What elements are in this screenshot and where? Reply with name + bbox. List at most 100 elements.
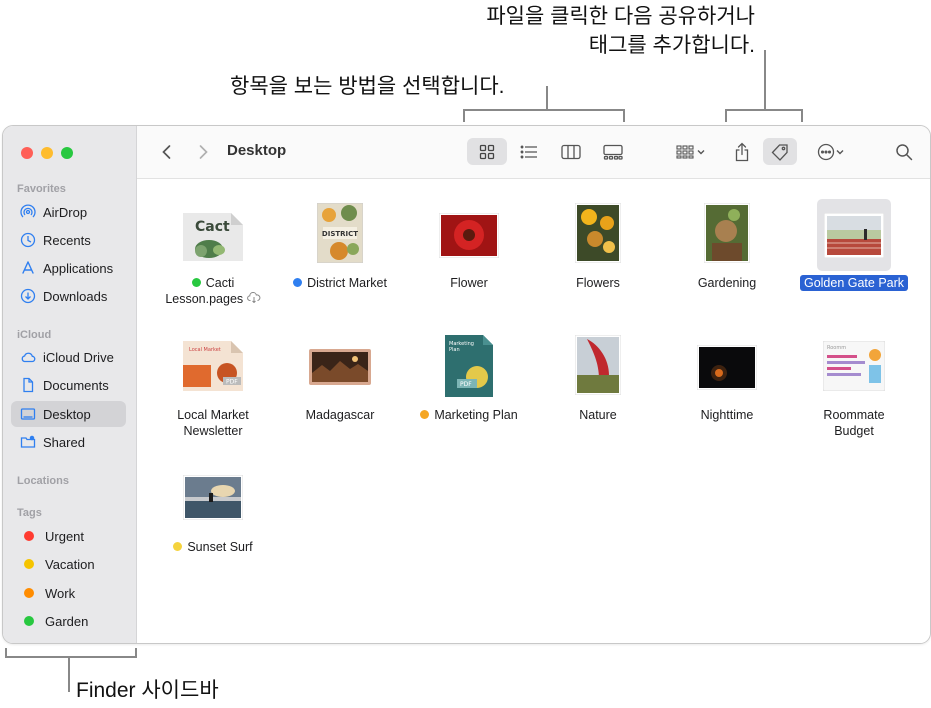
file-grid: Cact Cacti Lesson.pages DISTRICT Distric… xyxy=(137,179,930,643)
pages-document-thumbnail: Cact xyxy=(183,213,243,261)
file-name: Gardening xyxy=(663,275,791,291)
sidebar-item-label: Recents xyxy=(43,232,91,248)
sidebar-tag-work[interactable]: Work xyxy=(11,580,126,606)
icon-view-button[interactable] xyxy=(467,138,507,165)
svg-text:PDF: PDF xyxy=(460,381,472,388)
file-item[interactable]: Roomm Roommate Budget xyxy=(790,335,918,445)
file-name-line1: Marketing Plan xyxy=(434,408,518,422)
file-item[interactable]: Marketing Plan PDF Marketing Plan xyxy=(405,335,533,445)
madagascar-movie-thumbnail xyxy=(309,349,371,385)
file-name-line1: Flowers xyxy=(576,276,620,290)
zoom-button[interactable] xyxy=(61,147,73,159)
green-tag-dot xyxy=(24,616,34,626)
file-item[interactable]: Flowers xyxy=(534,202,662,313)
back-button[interactable] xyxy=(155,140,179,164)
file-item[interactable]: Gardening xyxy=(663,202,791,313)
sidebar-item-recents[interactable]: Recents xyxy=(11,227,126,253)
blue-tag-dot xyxy=(293,278,303,287)
share-tag-callout-line2: 태그를 추가합니다. xyxy=(588,34,755,57)
sidebar-callout: Finder 사이드바 xyxy=(76,679,219,702)
search-icon xyxy=(896,143,913,160)
list-view-button[interactable] xyxy=(509,138,549,165)
close-button[interactable] xyxy=(21,147,33,159)
flower-image-thumbnail xyxy=(438,212,500,259)
file-name: Marketing Plan xyxy=(405,407,533,423)
file-name-line1: Madagascar xyxy=(305,408,375,422)
file-name-line2: Lesson.pages xyxy=(165,292,244,306)
group-grid-icon xyxy=(676,144,694,159)
sidebar-item-label: Downloads xyxy=(43,288,108,304)
file-name: Madagascar xyxy=(276,407,404,423)
green-tag-dot xyxy=(191,278,201,287)
view-options-leader-line xyxy=(546,86,548,110)
share-tag-bracket xyxy=(725,109,803,122)
file-item[interactable]: Nature xyxy=(534,334,662,445)
group-by-button[interactable] xyxy=(669,138,713,165)
sidebar-item-desktop[interactable]: Desktop xyxy=(11,401,126,427)
finder-toolbar: Desktop xyxy=(137,126,930,179)
share-tag-callout: 파일을 클릭한 다음 공유하거나 태그를 추가합니다. xyxy=(486,2,755,60)
sidebar-leader-line xyxy=(68,656,70,692)
sidebar-bracket xyxy=(5,648,137,658)
view-options-callout: 항목을 보는 방법을 선택합니다. xyxy=(230,75,505,98)
file-item[interactable]: Flower xyxy=(405,203,533,313)
sidebar-item-label: Applications xyxy=(43,260,114,276)
sidebar-item-shared[interactable]: Shared xyxy=(11,429,126,455)
tag-button[interactable] xyxy=(763,138,797,165)
sidebar-item-label: Shared xyxy=(43,434,85,450)
sidebar-tag-garden[interactable]: Garden xyxy=(11,608,126,634)
file-name-line1: Nature xyxy=(579,408,617,422)
share-button[interactable] xyxy=(727,138,757,165)
gallery-view-button[interactable] xyxy=(593,138,633,165)
file-item-selected[interactable]: Golden Gate Park xyxy=(790,203,918,313)
file-item[interactable]: Sunset Surf xyxy=(149,469,277,559)
file-item[interactable]: Madagascar xyxy=(276,335,404,445)
ellipsis-circle-icon xyxy=(817,143,835,160)
file-name-line1: Roommate xyxy=(823,408,885,422)
sidebar-item-icloud-drive[interactable]: iCloud Drive xyxy=(11,344,126,370)
file-name-line1: Flower xyxy=(450,276,488,290)
tag-icon xyxy=(771,143,788,161)
svg-text:Local Market: Local Market xyxy=(189,347,221,353)
columns-icon xyxy=(561,144,581,159)
forward-button[interactable] xyxy=(191,140,215,164)
column-view-button[interactable] xyxy=(551,138,591,165)
minimize-button[interactable] xyxy=(41,147,53,159)
sidebar-item-documents[interactable]: Documents xyxy=(11,372,126,398)
sidebar-item-label: Urgent xyxy=(45,528,85,544)
file-item[interactable]: DISTRICT District Market xyxy=(276,202,404,313)
sidebar-item-label: AirDrop xyxy=(43,204,88,220)
marketing-plan-pdf-thumbnail: Marketing Plan PDF xyxy=(445,335,493,397)
more-actions-button[interactable] xyxy=(809,138,853,165)
gardening-image-thumbnail xyxy=(703,202,751,264)
district-market-thumbnail: DISTRICT xyxy=(316,202,364,264)
file-name: District Market xyxy=(276,275,404,291)
applications-icon xyxy=(20,260,36,276)
svg-text:Roomm: Roomm xyxy=(827,345,846,351)
file-item[interactable]: Local Market PDF Local Market Newsletter xyxy=(149,335,277,445)
icloud-header: iCloud xyxy=(17,329,52,341)
file-item[interactable]: Cact Cacti Lesson.pages xyxy=(149,203,277,313)
favorites-header: Favorites xyxy=(17,183,66,195)
airdrop-icon xyxy=(20,204,36,220)
svg-text:DISTRICT: DISTRICT xyxy=(322,230,358,238)
sidebar-tag-vacation[interactable]: Vacation xyxy=(11,551,126,577)
search-button[interactable] xyxy=(889,138,919,165)
file-item[interactable]: Nighttime xyxy=(663,335,791,445)
numbers-spreadsheet-thumbnail: Roomm xyxy=(822,340,886,392)
file-name-line1: Cacti xyxy=(205,276,235,290)
red-tag-dot xyxy=(24,531,34,541)
yellow-tag-dot xyxy=(173,542,183,551)
svg-text:PDF: PDF xyxy=(226,379,238,386)
sidebar-item-applications[interactable]: Applications xyxy=(11,255,126,281)
sidebar-item-downloads[interactable]: Downloads xyxy=(11,283,126,309)
sidebar-item-airdrop[interactable]: AirDrop xyxy=(11,199,126,225)
sidebar-tag-urgent[interactable]: Urgent xyxy=(11,523,126,549)
sidebar-item-label: Work xyxy=(45,585,76,601)
file-name: Flower xyxy=(405,275,533,291)
gallery-icon xyxy=(603,144,623,160)
share-tag-leader-line xyxy=(764,50,766,110)
golden-gate-park-thumbnail xyxy=(823,212,885,259)
cloud-download-icon xyxy=(246,292,261,304)
locations-header: Locations xyxy=(17,475,69,487)
